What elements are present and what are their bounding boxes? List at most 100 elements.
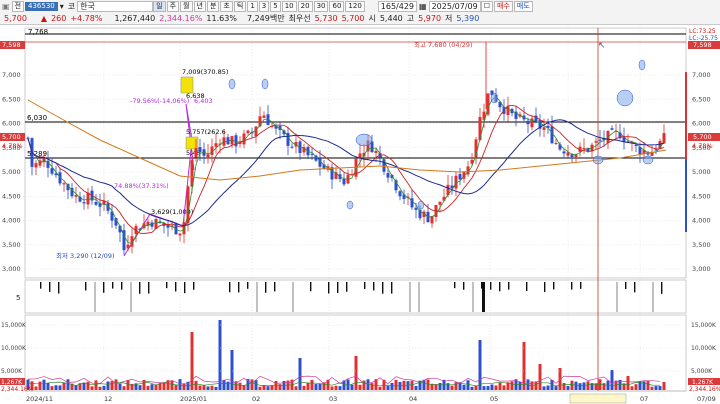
period-month-button[interactable]: 월 — [180, 0, 193, 12]
volume-bar — [118, 383, 122, 390]
candle-body — [342, 179, 346, 185]
candle-body — [358, 153, 362, 158]
calendar-icon[interactable]: ▦ — [417, 1, 429, 12]
price-tick-right: 6,500 — [692, 95, 711, 103]
indicator-bar — [454, 282, 456, 289]
indicator-bar — [634, 282, 636, 293]
volume-bar — [178, 379, 182, 390]
volume-bar — [658, 386, 662, 390]
volume-bar — [86, 381, 90, 390]
volume-bar — [238, 382, 242, 390]
period-tick-button[interactable]: 틱 — [233, 0, 247, 12]
volume-bar — [50, 386, 54, 390]
candle-body — [182, 222, 186, 235]
volume-bar — [310, 379, 314, 390]
date-input[interactable]: 2025/07/09 — [428, 0, 481, 12]
box-mid3-label: 5,48 — [186, 149, 200, 157]
period-second-button[interactable]: 초 — [220, 0, 233, 12]
stock-code-input[interactable]: 436530 — [25, 1, 58, 11]
volume-bar — [646, 380, 650, 390]
date-label: 02 — [252, 395, 260, 403]
period-week-button[interactable]: 주 — [166, 0, 180, 12]
price-tick-right: 3,500 — [692, 241, 711, 249]
stock-chart[interactable]: 7,768 최고 7,680 (04/29) 6,030 5,289 ↖ 7,0… — [0, 25, 720, 404]
indicator-bar — [94, 282, 96, 312]
cursor-date-box — [569, 393, 627, 404]
minute-20-button[interactable]: 20 — [297, 0, 313, 12]
volume-bar — [154, 384, 158, 390]
volume-bar — [562, 383, 566, 390]
minute-60-button[interactable]: 60 — [329, 0, 345, 12]
volume-bar — [218, 320, 222, 390]
volume-bar — [150, 384, 154, 390]
volume-bar — [54, 385, 58, 390]
fib-left-label: 74.88%(37.31%) — [114, 182, 169, 190]
volume-bar — [62, 382, 66, 390]
candle-body — [82, 202, 86, 204]
volume-bar — [486, 386, 490, 390]
candle-body — [554, 142, 558, 144]
volume-bar — [454, 382, 458, 390]
volume-bar — [162, 382, 166, 390]
volume-bar — [270, 385, 274, 390]
candle-body — [50, 168, 54, 174]
left-current-badge-text: 5,700 — [2, 133, 21, 141]
price-change-pct: +4.78% — [70, 13, 103, 23]
search-icon[interactable]: ▾ — [58, 1, 66, 12]
low-annotation: 최저 3,290 (12/09) — [56, 251, 115, 260]
volume-bar — [262, 385, 266, 390]
volume-bar — [94, 380, 98, 390]
indicator-bar — [391, 282, 393, 294]
minute-30-button[interactable]: 30 — [313, 0, 329, 12]
volume-bar — [462, 384, 466, 390]
indicator-bar — [482, 282, 485, 312]
volume-bar — [394, 379, 398, 390]
ask-price: 5,700 — [341, 13, 365, 23]
volume-tick-left: 10,000K — [1, 345, 27, 352]
volume-bar — [586, 381, 590, 390]
minute-10-button[interactable]: 10 — [281, 0, 297, 12]
minute-5-button[interactable]: 5 — [270, 0, 281, 12]
volume-bar — [46, 382, 50, 390]
price-tick-left: 7,000 — [2, 71, 21, 79]
minute-1-button[interactable]: 1 — [247, 0, 258, 12]
indicator-bar — [229, 282, 231, 293]
period-year-button[interactable]: 년 — [193, 0, 206, 12]
market-label: 코 — [67, 1, 76, 11]
price-tick-left: 5,000 — [2, 168, 21, 176]
candle-body — [562, 151, 566, 154]
indicator-bar — [382, 282, 384, 294]
volume-bar — [546, 385, 550, 390]
box-mid2-label: 6,638 — [186, 92, 205, 100]
fib-low-pct-label: -79.56%(-14,06%) — [130, 97, 189, 105]
buy-button[interactable]: 매수 — [493, 0, 513, 12]
candle-body — [62, 183, 66, 185]
minute-3-button[interactable]: 3 — [258, 0, 270, 12]
volume-bar — [330, 386, 334, 390]
volume-value: 1,267,440 — [114, 13, 156, 23]
indicator-bar — [256, 282, 258, 312]
candle-body — [654, 149, 658, 151]
price-tick-left: 3,500 — [2, 241, 21, 249]
volume-bar — [378, 386, 382, 390]
sell-button[interactable]: 매도 — [513, 0, 533, 12]
volume-bar — [250, 379, 254, 390]
pattern-ellipse — [228, 78, 236, 90]
volume-tick-left: 5,000K — [1, 368, 23, 375]
volume-bar — [170, 380, 174, 390]
high-label: 고 — [406, 13, 415, 23]
low-label: 저 — [445, 13, 453, 23]
volume-badge-right-text: 1,267K — [692, 379, 714, 386]
minute-120-button[interactable]: 120 — [345, 0, 365, 12]
price-tick-right: 5,000 — [692, 168, 711, 176]
date-label: 04 — [409, 395, 417, 403]
period-day-button[interactable]: 일 — [153, 0, 166, 12]
volume-bar — [98, 386, 102, 390]
option-checkbox[interactable]: ☐ — [480, 0, 493, 12]
mode-select[interactable]: 전 — [11, 0, 25, 12]
volume-bar — [338, 386, 342, 390]
refresh-icon[interactable]: ▣ — [0, 1, 12, 12]
volume-bar — [570, 380, 574, 390]
period-minute-button[interactable]: 분 — [206, 0, 220, 12]
date-label: 07 — [640, 395, 648, 403]
